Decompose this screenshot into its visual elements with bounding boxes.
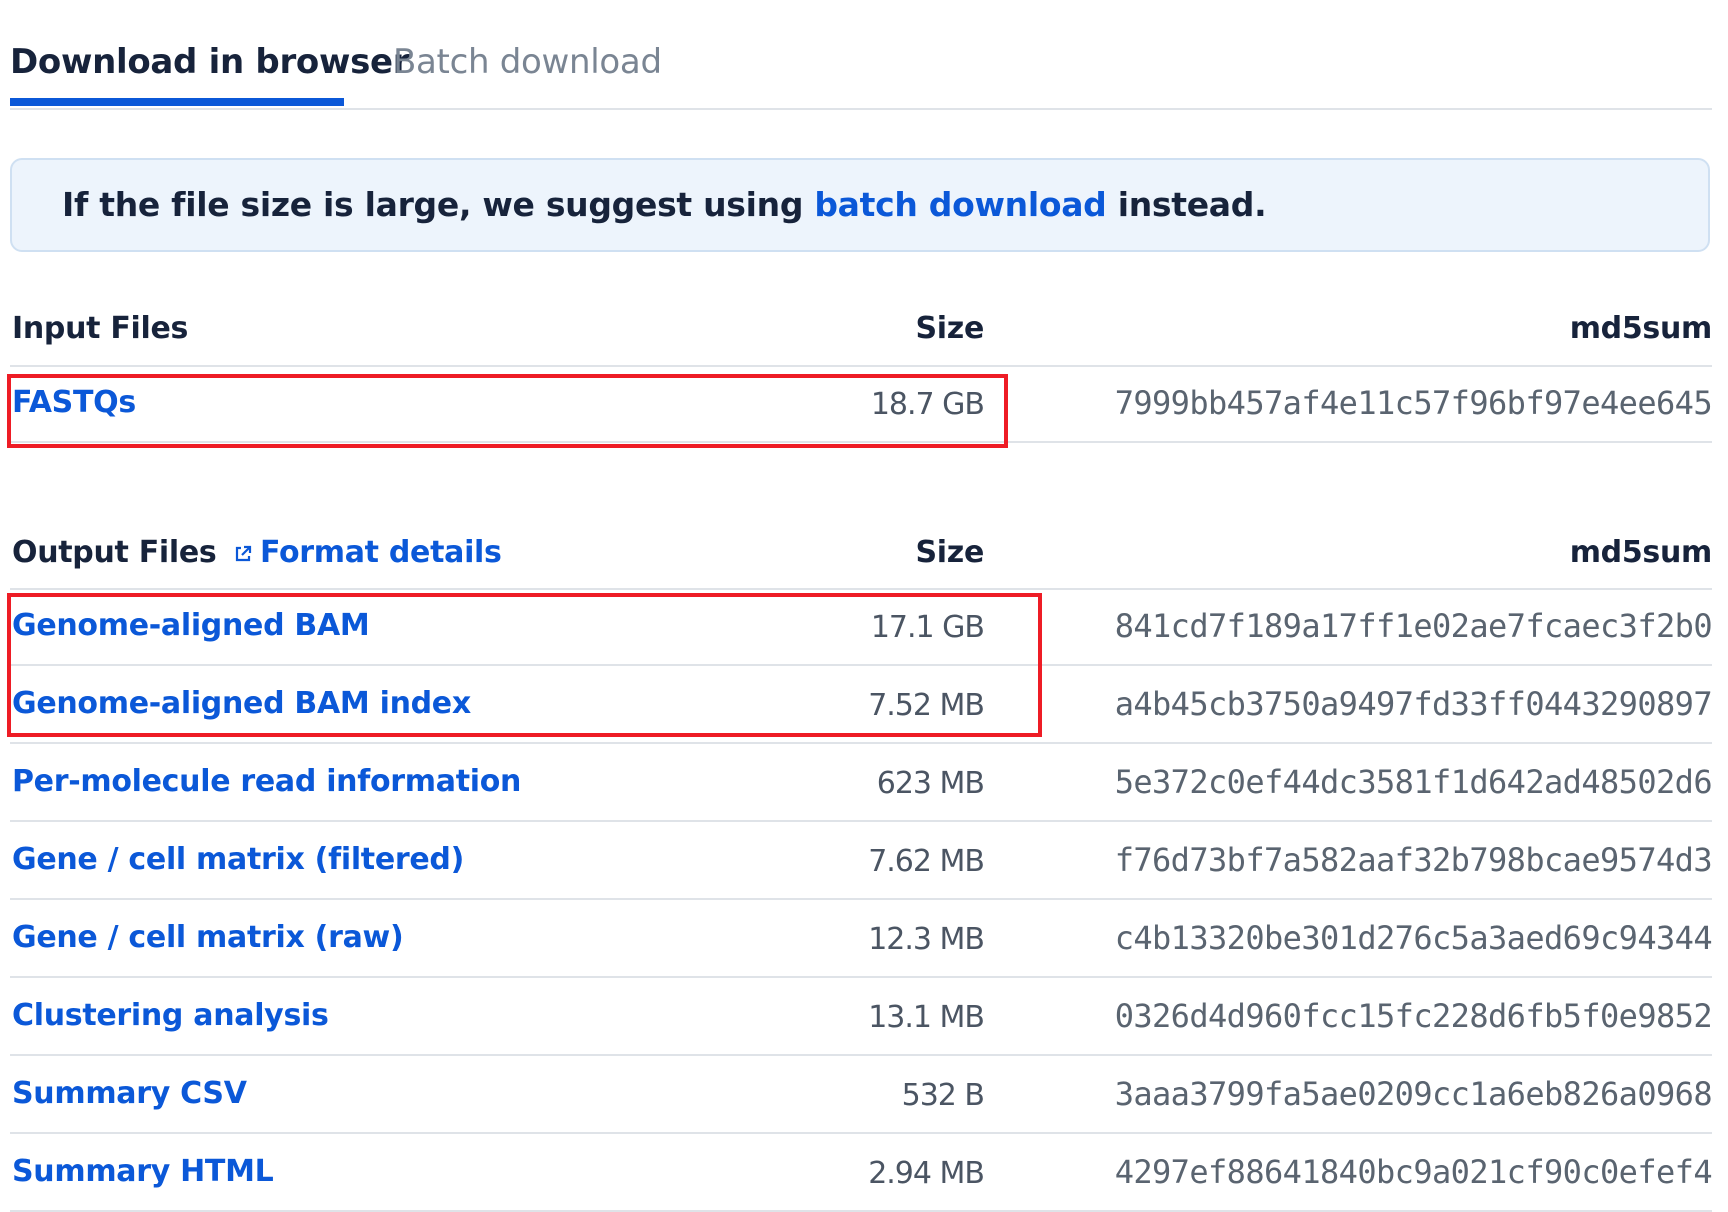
- file-link-per-molecule-read-information[interactable]: Per-molecule read information: [12, 746, 521, 818]
- file-link-fastqs[interactable]: FASTQs: [12, 367, 136, 439]
- banner-text-prefix: If the file size is large, we suggest us…: [62, 185, 815, 224]
- file-link-gene-cell-matrix-filtered[interactable]: Gene / cell matrix (filtered): [12, 824, 464, 896]
- file-link-genome-aligned-bam[interactable]: Genome-aligned BAM: [12, 590, 370, 662]
- file-md5sum: f76d73bf7a582aaf32b798bcae9574d3: [1114, 841, 1713, 879]
- file-link-gene-cell-matrix-raw[interactable]: Gene / cell matrix (raw): [12, 902, 404, 974]
- table-row: Genome-aligned BAM 17.1 GB 841cd7f189a17…: [10, 590, 1713, 666]
- file-md5sum: 4297ef88641840bc9a021cf90c0efef4: [1114, 1153, 1713, 1191]
- info-banner: If the file size is large, we suggest us…: [10, 158, 1710, 252]
- file-size: 17.1 GB: [870, 610, 985, 645]
- md5sum-column-header: md5sum: [1569, 535, 1713, 570]
- file-size: 7.62 MB: [868, 844, 985, 879]
- table-row: Summary HTML 2.94 MB 4297ef88641840bc9a0…: [10, 1136, 1713, 1212]
- file-md5sum: 5e372c0ef44dc3581f1d642ad48502d6: [1114, 763, 1713, 801]
- file-size: 12.3 MB: [868, 922, 985, 957]
- file-link-genome-aligned-bam-index[interactable]: Genome-aligned BAM index: [12, 668, 471, 740]
- file-link-summary-html[interactable]: Summary HTML: [12, 1136, 274, 1208]
- table-row: Genome-aligned BAM index 7.52 MB a4b45cb…: [10, 668, 1713, 744]
- file-md5sum: a4b45cb3750a9497fd33ff0443290897: [1114, 685, 1713, 723]
- file-md5sum: 841cd7f189a17ff1e02ae7fcaec3f2b0: [1114, 607, 1713, 645]
- size-column-header: Size: [915, 535, 985, 570]
- external-link-icon: [235, 545, 252, 562]
- file-md5sum: 7999bb457af4e11c57f96bf97e4ee645: [1114, 384, 1713, 422]
- size-column-header: Size: [915, 311, 985, 346]
- file-size: 532 B: [901, 1078, 985, 1113]
- tab-download-in-browser[interactable]: Download in browser: [10, 40, 410, 84]
- table-row: Clustering analysis 13.1 MB 0326d4d960fc…: [10, 980, 1713, 1056]
- input-files-title: Input Files: [12, 311, 189, 346]
- table-row: Gene / cell matrix (filtered) 7.62 MB f7…: [10, 824, 1713, 900]
- banner-message: If the file size is large, we suggest us…: [62, 160, 1267, 250]
- table-row: Per-molecule read information 623 MB 5e3…: [10, 746, 1713, 822]
- download-tabs: Download in browser Batch download: [10, 0, 1712, 110]
- format-details-link[interactable]: Format details: [234, 525, 502, 581]
- file-md5sum: 3aaa3799fa5ae0209cc1a6eb826a0968: [1114, 1075, 1713, 1113]
- file-md5sum: 0326d4d960fcc15fc228d6fb5f0e9852: [1114, 997, 1713, 1035]
- file-size: 2.94 MB: [868, 1156, 985, 1191]
- file-link-summary-csv[interactable]: Summary CSV: [12, 1058, 247, 1130]
- md5sum-column-header: md5sum: [1569, 311, 1713, 346]
- file-size: 13.1 MB: [868, 1000, 985, 1035]
- output-files-title: Output Files: [12, 535, 217, 570]
- banner-text-suffix: instead.: [1106, 185, 1267, 224]
- format-details-label: Format details: [260, 535, 502, 570]
- file-size: 18.7 GB: [870, 387, 985, 422]
- output-files-header: Output Files Format details Size md5sum: [10, 525, 1712, 581]
- batch-download-link[interactable]: batch download: [814, 185, 1106, 224]
- table-row: Summary CSV 532 B 3aaa3799fa5ae0209cc1a6…: [10, 1058, 1713, 1134]
- file-size: 623 MB: [876, 766, 985, 801]
- file-link-clustering-analysis[interactable]: Clustering analysis: [12, 980, 329, 1052]
- table-row: FASTQs 18.7 GB 7999bb457af4e11c57f96bf97…: [10, 367, 1713, 443]
- active-tab-indicator: [10, 98, 344, 106]
- table-row: Gene / cell matrix (raw) 12.3 MB c4b1332…: [10, 902, 1713, 978]
- input-files-header: Input Files Size md5sum: [10, 301, 1712, 357]
- tab-batch-download[interactable]: Batch download: [393, 40, 662, 84]
- file-md5sum: c4b13320be301d276c5a3aed69c94344: [1114, 919, 1713, 957]
- file-size: 7.52 MB: [868, 688, 985, 723]
